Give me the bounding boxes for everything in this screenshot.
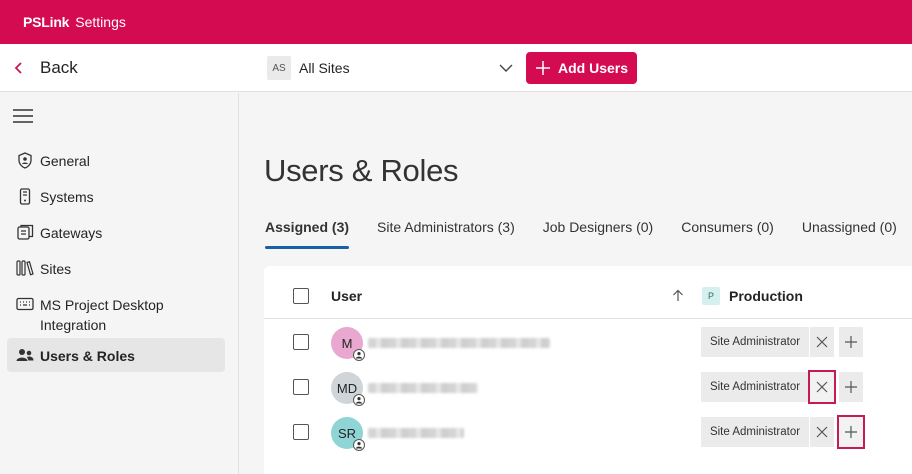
site-badge: AS [267, 56, 291, 80]
sidebar-item-gateways[interactable]: Gateways [7, 215, 225, 251]
remove-role-button[interactable] [808, 370, 836, 404]
chevron-down-icon [499, 64, 513, 72]
tab-job-designers[interactable]: Job Designers (0) [543, 217, 654, 249]
role-chip: Site Administrator [701, 417, 809, 447]
back-button[interactable]: Back [14, 54, 78, 82]
row-checkbox[interactable] [293, 424, 309, 440]
add-role-button[interactable] [839, 372, 863, 402]
redacted-user-name [368, 383, 478, 393]
sidebar-item-label: Users & Roles [40, 348, 135, 364]
tab-site-administrators[interactable]: Site Administrators (3) [377, 217, 515, 249]
sidebar-item-label: MS Project Desktop Integration [40, 297, 164, 333]
add-users-label: Add Users [558, 60, 629, 76]
device-icon [16, 187, 34, 205]
site-badge-production: P [702, 287, 720, 305]
column-header-user[interactable]: User [331, 288, 362, 304]
sidebar-item-users-roles[interactable]: Users & Roles [7, 338, 225, 372]
redacted-user-name [368, 428, 464, 438]
avatar: M [331, 327, 365, 361]
site-dropdown[interactable]: AS All Sites [267, 55, 513, 81]
close-icon [816, 426, 828, 438]
person-badge-icon [353, 439, 365, 451]
library-icon [16, 259, 34, 277]
tab-list: Assigned (3) Site Administrators (3) Job… [265, 217, 912, 249]
close-icon [816, 336, 828, 348]
sidebar-item-general[interactable]: General [7, 143, 225, 179]
plus-icon [536, 61, 550, 75]
people-icon [16, 346, 34, 364]
keyboard-icon [16, 295, 34, 313]
table-row: SR Site Administrator [264, 410, 912, 455]
plus-icon [845, 336, 857, 348]
page-title: Users & Roles [264, 153, 459, 188]
sidebar-item-label: General [40, 153, 90, 169]
sidebar-item-label: Gateways [40, 225, 103, 241]
back-label: Back [40, 58, 78, 77]
column-header-production: Production [729, 288, 803, 304]
add-role-button[interactable] [837, 415, 865, 449]
close-icon [816, 381, 828, 393]
sidebar-item-label: Sites [40, 261, 72, 277]
table-row: M Site Administrator [264, 320, 912, 365]
tab-consumers[interactable]: Consumers (0) [681, 217, 774, 249]
row-checkbox[interactable] [293, 379, 309, 395]
tab-assigned[interactable]: Assigned (3) [265, 217, 350, 249]
avatar: MD [331, 372, 365, 406]
sidebar: General Systems Gateways Sites MS Projec… [0, 93, 239, 474]
site-dropdown-value: All Sites [299, 60, 350, 76]
sidebar-item-label: Systems [40, 189, 94, 205]
person-badge-icon [353, 349, 365, 361]
users-grid: User P Production M Site Administrator M… [264, 266, 912, 474]
plus-icon [845, 381, 857, 393]
avatar-initials: M [341, 335, 353, 351]
main-content: Users & Roles Assigned (3) Site Administ… [240, 93, 912, 474]
row-checkbox[interactable] [293, 334, 309, 350]
table-row: MD Site Administrator [264, 365, 912, 410]
sort-ascending-icon[interactable] [672, 289, 684, 302]
remove-role-button[interactable] [810, 327, 834, 357]
person-badge-icon [353, 394, 365, 406]
chevron-left-icon [14, 62, 22, 74]
avatar-initials: MD [336, 380, 358, 396]
avatar-initials: SR [337, 425, 357, 441]
hamburger-menu-icon[interactable] [12, 107, 34, 125]
app-title: Settings [75, 14, 126, 30]
plus-icon [845, 426, 857, 438]
shield-icon [16, 151, 34, 169]
grid-header: User P Production [264, 266, 912, 319]
brand-logo: PSLink [23, 14, 70, 30]
add-role-button[interactable] [839, 327, 863, 357]
gateway-icon [16, 223, 34, 241]
app-header: PSLink Settings [0, 0, 912, 44]
role-chip: Site Administrator [701, 372, 809, 402]
avatar: SR [331, 417, 365, 451]
sidebar-item-systems[interactable]: Systems [7, 179, 225, 215]
tab-unassigned[interactable]: Unassigned (0) [802, 217, 897, 249]
sidebar-item-ms-project-desktop-integration[interactable]: MS Project Desktop Integration [7, 287, 225, 343]
command-bar: Back AS All Sites Add Users [0, 44, 912, 92]
remove-role-button[interactable] [810, 417, 834, 447]
select-all-checkbox[interactable] [293, 288, 309, 304]
sidebar-item-sites[interactable]: Sites [7, 251, 225, 287]
redacted-user-name [368, 338, 550, 348]
add-users-button[interactable]: Add Users [526, 52, 637, 84]
role-chip: Site Administrator [701, 327, 809, 357]
